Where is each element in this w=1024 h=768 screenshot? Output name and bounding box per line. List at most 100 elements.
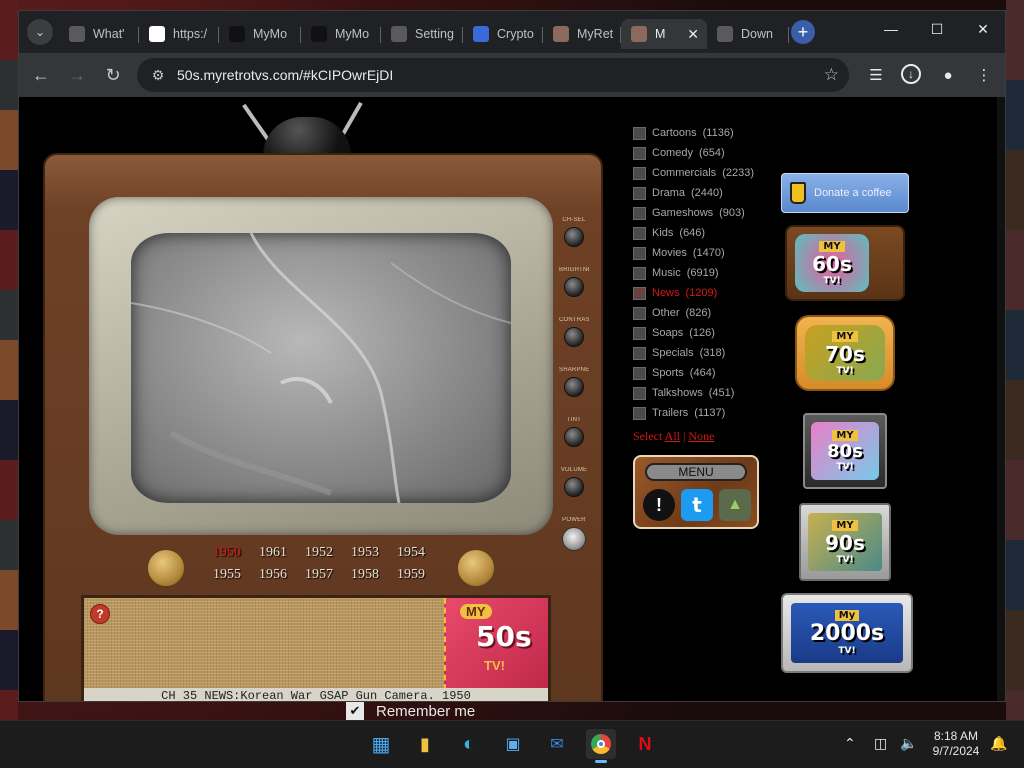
downloads-icon[interactable]: ↓ [901,64,921,84]
category-checkbox[interactable]: ✓ [633,285,646,300]
year-1956[interactable]: 1956 [259,567,287,583]
category-talkshows[interactable]: Talkshows (451) [633,385,734,401]
category-checkbox[interactable] [633,166,646,180]
netflix-icon[interactable]: N [630,729,660,759]
knob-volume[interactable]: VOLUME [559,467,589,497]
category-commercials[interactable]: Commercials (2233) [633,165,754,181]
category-other[interactable]: Other (826) [633,305,711,321]
notification-bell-icon[interactable]: 🔔 [990,735,1007,752]
tab-8[interactable]: M ✕ [621,19,707,49]
category-checkbox[interactable] [633,266,646,280]
category-specials[interactable]: Specials (318) [633,345,725,361]
bookmark-star-icon[interactable]: ☆ [824,65,839,85]
year-1950[interactable]: 1950 [213,545,241,561]
category-soaps[interactable]: Soaps (126) [633,325,715,341]
my-80s-tv-link[interactable]: MY 80s TV! [803,413,887,489]
year-1953[interactable]: 1953 [351,545,379,561]
network-icon[interactable]: ◫ [874,735,887,752]
category-comedy[interactable]: Comedy (654) [633,145,725,161]
year-1955[interactable]: 1955 [213,567,241,583]
control-knob[interactable] [564,277,584,297]
outlook-icon[interactable]: ✉ [542,729,572,759]
media-control-icon[interactable]: ☰ [865,64,887,86]
url-input[interactable] [177,67,777,83]
year-1961[interactable]: 1961 [259,545,287,561]
year-1959[interactable]: 1959 [397,567,425,583]
control-knob[interactable] [564,227,584,247]
category-checkbox[interactable] [633,406,646,420]
year-1957[interactable]: 1957 [305,567,333,583]
system-clock[interactable]: 8:18 AM 9/7/2024 [926,729,986,759]
my-90s-tv-link[interactable]: MY 90s TV! [799,503,891,581]
knob-power[interactable]: POWER [559,517,589,551]
category-checkbox[interactable] [633,306,646,320]
category-gameshows[interactable]: Gameshows (903) [633,205,745,221]
profile-icon[interactable]: ● [937,64,959,86]
year-1954[interactable]: 1954 [397,545,425,561]
close-window-icon[interactable]: ✕ [973,21,993,38]
tab-9[interactable]: Down [707,19,789,49]
category-sports[interactable]: Sports (464) [633,365,715,381]
twitter-icon[interactable]: t [681,489,713,521]
store-icon[interactable]: ▣ [498,729,528,759]
control-knob[interactable] [564,477,584,497]
minimize-icon[interactable]: — [881,21,901,37]
category-news[interactable]: ✓ News (1209) [633,285,717,301]
category-trailers[interactable]: Trailers (1137) [633,405,725,421]
knob-brightness[interactable]: BRIGHTNESS [559,267,589,297]
more-menu-icon[interactable]: ⋮ [973,64,995,86]
close-tab-icon[interactable]: ✕ [687,26,699,43]
tab-search-button[interactable]: ⌄ [27,19,53,45]
layers-icon[interactable]: ▲ [719,489,751,521]
category-checkbox[interactable] [633,246,646,260]
knob-sharpness[interactable]: SHARPNESS [559,367,589,397]
site-info-icon[interactable]: ⚙ [147,67,169,84]
donate-coffee-button[interactable]: Donate a coffee [781,173,909,213]
my-60s-tv-link[interactable]: MY 60s TV! [785,225,905,301]
year-1958[interactable]: 1958 [351,567,379,583]
edge-icon[interactable]: ◐ [454,729,484,759]
control-knob[interactable] [564,427,584,447]
knob-tint[interactable]: TINT [559,417,589,447]
tab-6[interactable]: Crypto [463,19,543,49]
help-question-icon[interactable]: ? [90,604,110,624]
category-checkbox[interactable] [633,346,646,360]
category-checkbox[interactable] [633,226,646,240]
file-explorer-icon[interactable]: ▮ [410,729,440,759]
control-knob[interactable] [564,377,584,397]
category-kids[interactable]: Kids (646) [633,225,705,241]
category-checkbox[interactable] [633,146,646,160]
remember-me[interactable]: ✔ Remember me [346,701,475,721]
alert-icon[interactable]: ! [643,489,675,521]
my-70s-tv-link[interactable]: MY 70s TV! [795,315,895,391]
year-1952[interactable]: 1952 [305,545,333,561]
tab-2[interactable]: https:/ [139,19,219,49]
category-movies[interactable]: Movies (1470) [633,245,725,261]
category-music[interactable]: Music (6919) [633,265,719,281]
reload-icon[interactable]: ↻ [101,63,125,87]
left-tuning-dial[interactable] [147,549,185,587]
category-checkbox[interactable] [633,366,646,380]
power-knob[interactable] [562,527,586,551]
right-tuning-dial[interactable] [457,549,495,587]
tray-chevron-icon[interactable]: ⌃ [844,735,856,752]
back-icon[interactable]: ← [29,63,53,87]
page-scrollbar[interactable] [997,97,1005,701]
my-2000s-tv-link[interactable]: My 2000s TV! [781,593,913,673]
category-checkbox[interactable] [633,186,646,200]
tab-3[interactable]: MyMo [219,19,301,49]
category-drama[interactable]: Drama (2440) [633,185,723,201]
tab-4[interactable]: MyMo [301,19,381,49]
select-none-link[interactable]: None [688,429,714,443]
tab-5[interactable]: Setting [381,19,463,49]
tv-screen-video[interactable] [131,233,511,503]
knob-contrast[interactable]: CONTRAST [559,317,589,347]
tab-1[interactable]: What' [59,19,139,49]
category-checkbox[interactable] [633,126,646,140]
category-checkbox[interactable] [633,386,646,400]
remember-me-checkbox[interactable]: ✔ [346,702,364,720]
menu-button[interactable]: MENU [645,463,747,481]
new-tab-button[interactable]: + [791,20,815,44]
chrome-icon[interactable] [586,729,616,763]
windows-start-icon[interactable]: ▦ [366,729,396,759]
